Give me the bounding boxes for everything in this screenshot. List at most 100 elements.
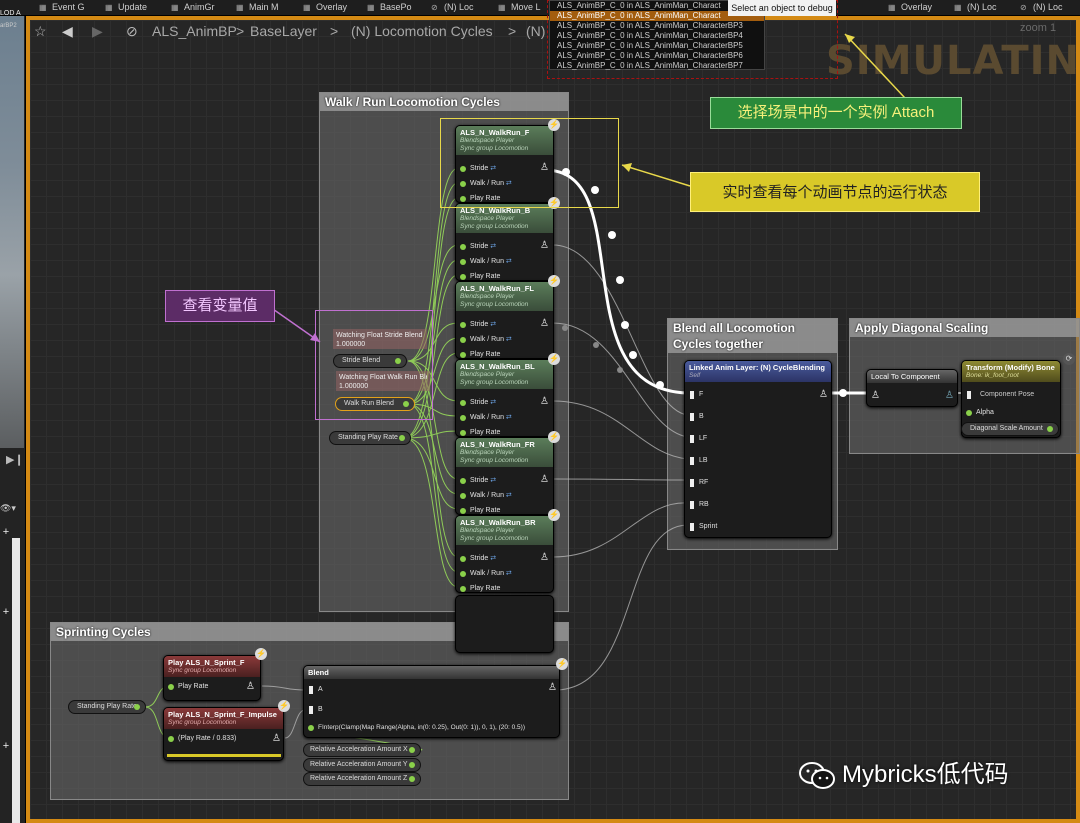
link-icon: ⇄	[488, 243, 497, 250]
output-pose-icon[interactable]: ♙	[540, 474, 549, 486]
node-subtitle: Sync group Locomotion	[460, 379, 529, 386]
play-sprint-f-impulse-node[interactable]: Play ALS_N_Sprint_F_Impulse Sync group L…	[163, 707, 284, 761]
output-pose-icon[interactable]: ♙	[945, 390, 954, 402]
tab-0[interactable]: ▦ Event G	[36, 0, 85, 15]
blendspace-pin[interactable]: Stride ⇄	[460, 553, 496, 565]
link-icon: ⇄	[488, 399, 497, 406]
standing-play-rate-variable[interactable]: Standing Play Rate	[329, 431, 411, 445]
comment-title: Walk / Run Locomotion Cycles	[320, 93, 568, 111]
component-pose-pin[interactable]: Component Pose	[966, 389, 1034, 401]
add-icon[interactable]: +	[0, 606, 12, 618]
blendspace-pin[interactable]: Stride ⇄	[460, 475, 496, 487]
blendspace-pin[interactable]: Play Rate	[460, 583, 500, 595]
tab-2[interactable]: ▦ AnimGr	[168, 0, 215, 15]
blend-node[interactable]: Blend A B FInterp(Clamp(Map Range(Alpha,…	[303, 665, 560, 738]
tab-9[interactable]: ▦ Overlay	[885, 0, 932, 15]
sprint-standing-play-rate-variable[interactable]: Standing Play Rate	[68, 700, 146, 714]
blendspace-pin[interactable]: Stride ⇄	[460, 241, 496, 253]
play-rate-pin[interactable]: (Play Rate / 0.833)	[168, 733, 236, 745]
node-header: Transform (Modify) Bone Bone: ik_foot_ro…	[962, 361, 1060, 382]
blendspace-player-node[interactable]: ALS_N_WalkRun_FL Blendspace Player Sync gr…	[455, 281, 554, 359]
alpha-pin[interactable]: Alpha	[966, 407, 994, 419]
linked-anim-layer-node[interactable]: Linked Anim Layer: (N) CycleBlending Sel…	[684, 360, 832, 538]
blendspace-pin[interactable]: Stride ⇄	[460, 319, 496, 331]
accel-x-variable[interactable]: Relative Acceleration Amount X	[303, 743, 421, 757]
blendspace-player-node[interactable]: ALS_N_WalkRun_B Blendspace Player Sync gro…	[455, 203, 554, 281]
blendspace-pin[interactable]: Walk / Run ⇄	[460, 334, 512, 346]
blendspace-pin[interactable]: Walk / Run ⇄	[460, 568, 512, 580]
tab-6[interactable]: ⊘ (N) Loc	[428, 0, 474, 15]
link-icon: ⇄	[488, 477, 497, 484]
input-pose-icon[interactable]: ♙	[871, 390, 880, 402]
node-subtitle: Blendspace Player	[460, 371, 515, 378]
linked-layer-pin[interactable]: LB	[689, 455, 708, 467]
output-pose-icon[interactable]: ♙	[272, 733, 281, 745]
blendspace-pin[interactable]: Stride ⇄	[460, 397, 496, 409]
dropdown-option[interactable]: ALS_AnimBP_C_0 in ALS_AnimMan_CharacterB…	[550, 51, 764, 61]
node-header: ALS_N_WalkRun_BR Blendspace Player Sync gr…	[456, 516, 553, 545]
play-icon[interactable]: ▶❙	[6, 453, 24, 466]
back-arrow-icon[interactable]: ◀	[62, 23, 73, 40]
linked-layer-pin[interactable]: Sprint	[689, 521, 717, 533]
dropdown-option[interactable]: ALS_AnimBP_C_0 in ALS_AnimMan_CharacterB…	[550, 21, 764, 31]
graph-icon: ▦	[236, 3, 244, 12]
blendspace-player-node[interactable]: ALS_N_WalkRun_BR Blendspace Player Sync gr…	[455, 515, 554, 593]
forward-arrow-icon[interactable]: ▶	[92, 23, 103, 40]
scrollbar[interactable]	[12, 538, 20, 823]
tab-11[interactable]: ⊘ (N) Loc	[1017, 0, 1063, 15]
tab-1[interactable]: ▦ Update	[102, 0, 147, 15]
tab-10[interactable]: ▦ (N) Loc	[951, 0, 997, 15]
graph-icon: ▦	[954, 3, 962, 12]
stride-blend-variable[interactable]: Stride Blend	[333, 354, 407, 368]
dropdown-option[interactable]: ALS_AnimBP_C_0 in ALS_AnimMan_CharacterB…	[550, 31, 764, 41]
dropdown-option[interactable]: ALS_AnimBP_C_0 in ALS_AnimMan_CharacterB…	[550, 61, 764, 71]
blendspace-pin[interactable]: Walk / Run ⇄	[460, 490, 512, 502]
breadcrumb-item[interactable]: BaseLayer	[250, 23, 317, 39]
output-pose-icon[interactable]: ♙	[540, 240, 549, 252]
output-pose-icon[interactable]: ♙	[246, 681, 255, 693]
linked-layer-pin[interactable]: LF	[689, 433, 707, 445]
linked-layer-pin[interactable]: B	[689, 411, 704, 423]
graph-tab-strip: ▦ Event G ▦ Update ▦ AnimGr ▦ Main M ▦ Overlay ▦ Ba…	[0, 0, 1080, 16]
blendspace-player-node[interactable]: ALS_N_WalkRun_BL Blendspace Player Sync gr…	[455, 359, 554, 437]
eye-dropdown-icon[interactable]: 👁▾	[0, 503, 16, 514]
linked-layer-pin[interactable]: RF	[689, 477, 708, 489]
tab-label: Main M	[249, 2, 279, 12]
dropdown-option[interactable]: ALS_AnimBP_C_0 in ALS_AnimMan_CharacterB…	[550, 41, 764, 51]
blend-pin-a[interactable]: A	[308, 684, 323, 696]
tab-7[interactable]: ▦ Move L	[495, 0, 541, 15]
breadcrumb-item[interactable]: (N) Locomotion Cycles	[351, 23, 493, 39]
viewport-preview[interactable]	[0, 16, 24, 448]
node-header: Linked Anim Layer: (N) CycleBlending Sel…	[685, 361, 831, 382]
local-to-component-node[interactable]: Local To Component ♙ ♙	[866, 369, 958, 407]
blendspace-player-node[interactable]: ALS_N_WalkRun_FR Blendspace Player Sync gr…	[455, 437, 554, 515]
output-pose-icon[interactable]: ♙	[540, 396, 549, 408]
blend-pin-b[interactable]: B	[308, 704, 323, 716]
graph-icon: ▦	[367, 3, 375, 12]
add-icon[interactable]: +	[0, 526, 12, 538]
tab-4[interactable]: ▦ Overlay	[300, 0, 347, 15]
linked-layer-pin[interactable]: F	[689, 389, 703, 401]
play-sprint-f-node[interactable]: Play ALS_N_Sprint_F Sync group Locomotio…	[163, 655, 261, 701]
breadcrumb-item[interactable]: ALS_AnimBP	[152, 23, 237, 39]
blendspace-pin[interactable]: Walk / Run ⇄	[460, 412, 512, 424]
accel-y-variable[interactable]: Relative Acceleration Amount Y	[303, 758, 421, 772]
comment-title: Apply Diagonal Scaling	[850, 319, 1079, 337]
output-pose-icon[interactable]: ♙	[540, 318, 549, 330]
output-pose-icon[interactable]: ♙	[540, 552, 549, 564]
blend-alpha-pin[interactable]: FInterp(Clamp(Map Range(Alpha, in(0: 0.2…	[308, 722, 525, 734]
accel-z-variable[interactable]: Relative Acceleration Amount Z	[303, 772, 421, 786]
output-pose-icon[interactable]: ♙	[548, 682, 557, 694]
walk-run-blend-variable[interactable]: Walk Run Blend	[335, 397, 415, 411]
play-rate-pin[interactable]: Play Rate	[168, 681, 208, 693]
favorite-star-icon[interactable]: ☆	[34, 23, 47, 40]
add-icon[interactable]: +	[0, 740, 12, 752]
tab-5[interactable]: ▦ BasePo	[364, 0, 412, 15]
blendspace-pin[interactable]: Walk / Run ⇄	[460, 256, 512, 268]
diagonal-scale-amount-variable[interactable]: Diagonal Scale Amount	[961, 422, 1059, 436]
output-pose-icon[interactable]: ♙	[819, 389, 828, 401]
pin-label: B	[699, 413, 704, 420]
pin-label: Walk / Run	[470, 414, 504, 421]
tab-3[interactable]: ▦ Main M	[233, 0, 279, 15]
linked-layer-pin[interactable]: RB	[689, 499, 709, 511]
